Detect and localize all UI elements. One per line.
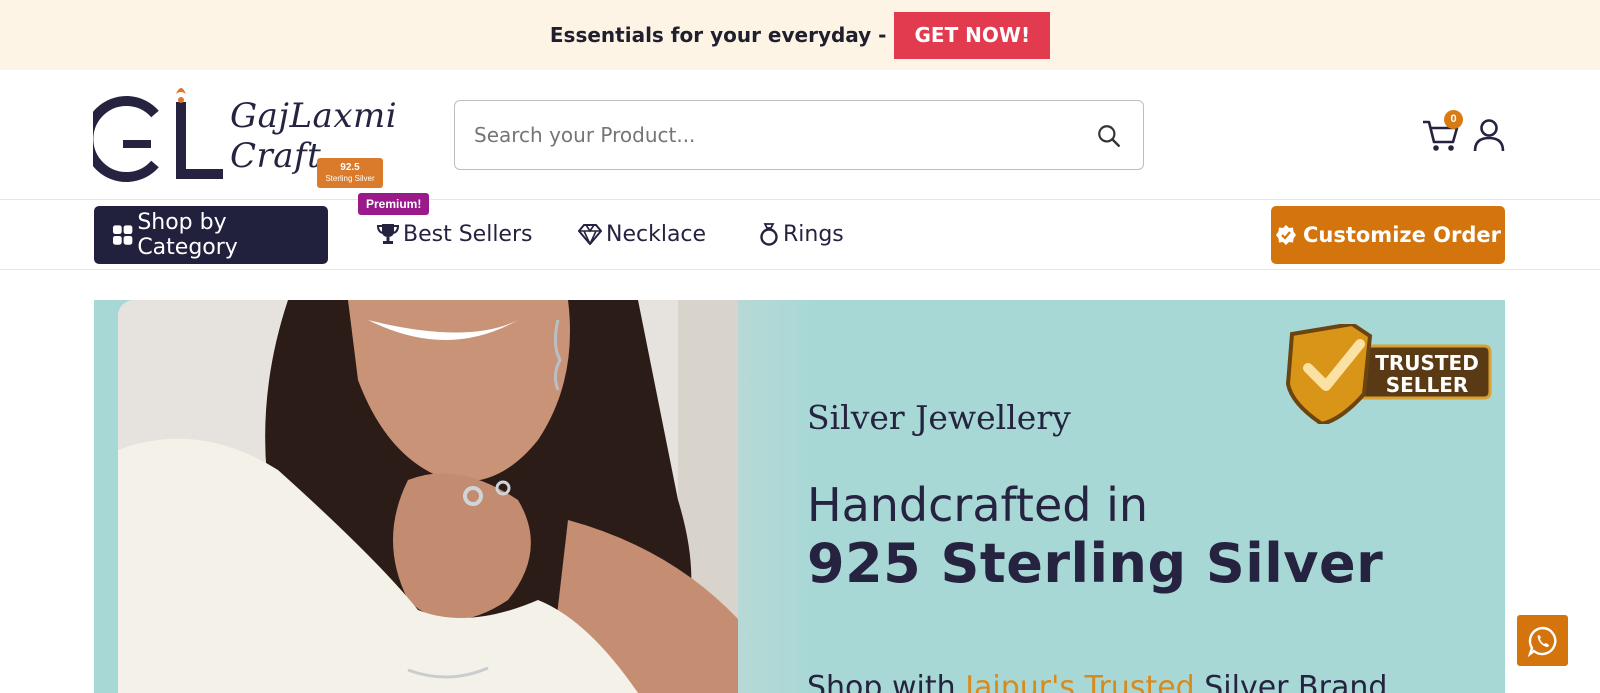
hero-heading-line1: Handcrafted in: [807, 478, 1149, 532]
user-icon[interactable]: [1473, 118, 1505, 152]
main-nav: Shop by Category Premium! Best Sellers N…: [0, 193, 1600, 270]
hero-tagline-suffix: Silver Brand: [1194, 670, 1388, 693]
logo[interactable]: GajLaxmi Craft 92.5 Sterling Silver: [93, 84, 397, 188]
nav-item-rings[interactable]: Rings: [759, 217, 844, 251]
customize-order-button[interactable]: Customize Order: [1271, 206, 1505, 264]
seller-label: SELLER: [1386, 373, 1469, 397]
hero-model-photo: [118, 300, 738, 693]
nav-item-necklace[interactable]: Necklace: [578, 217, 706, 251]
model-illustration: [118, 300, 738, 693]
whatsapp-icon: [1527, 626, 1556, 657]
customize-order-label: Customize Order: [1302, 223, 1502, 247]
site-header: GajLaxmi Craft 92.5 Sterling Silver 0: [0, 70, 1600, 200]
sterling-silver-badge: 92.5 Sterling Silver: [317, 158, 383, 188]
grid-icon: [112, 225, 133, 245]
hero-banner[interactable]: Silver Jewellery Handcrafted in 925 Ster…: [94, 300, 1505, 693]
nav-item-label: Necklace: [606, 221, 707, 247]
get-now-button[interactable]: GET NOW!: [894, 11, 1051, 59]
search-input[interactable]: [474, 101, 1054, 169]
nav-item-best-sellers[interactable]: Best Sellers: [377, 217, 532, 251]
badge-purity: 92.5: [340, 162, 360, 173]
cart-count-badge: 0: [1444, 110, 1463, 129]
search-box: [454, 100, 1144, 170]
hero-tagline: Shop with Jaipur's Trusted Silver Brand: [807, 670, 1387, 693]
hero-tagline-accent: Jaipur's Trusted: [965, 670, 1195, 693]
nav-item-label: Best Sellers: [403, 221, 533, 247]
trusted-seller-badge: TRUSTED SELLER: [1285, 324, 1492, 424]
ring-icon: [760, 223, 778, 246]
badge-check-icon: [1275, 225, 1296, 245]
logo-name-line1: GajLaxmi: [230, 96, 398, 136]
premium-badge: Premium!: [358, 193, 430, 215]
hero-heading-line2: 925 Sterling Silver: [807, 532, 1384, 595]
shop-by-category-button[interactable]: Shop by Category: [94, 206, 328, 264]
diamond-icon: [578, 224, 602, 245]
search-icon[interactable]: [1096, 123, 1122, 149]
hero-subtitle: Silver Jewellery: [807, 398, 1071, 437]
hero-photo-edge: [738, 300, 818, 693]
logo-monogram-icon: [93, 88, 223, 182]
nav-item-label: Rings: [783, 221, 844, 247]
hero-tagline-prefix: Shop with: [807, 670, 966, 693]
shop-by-category-label: Shop by Category: [137, 210, 238, 260]
whatsapp-button[interactable]: [1517, 615, 1568, 666]
badge-sterling: Sterling Silver: [325, 174, 375, 183]
logo-name-line2: Craft: [230, 136, 322, 176]
announcement-bar: Essentials for your everyday - GET NOW!: [0, 0, 1600, 70]
trophy-icon: [377, 224, 399, 244]
announcement-text: Essentials for your everyday -: [549, 23, 887, 47]
trusted-label: TRUSTED: [1375, 351, 1479, 375]
